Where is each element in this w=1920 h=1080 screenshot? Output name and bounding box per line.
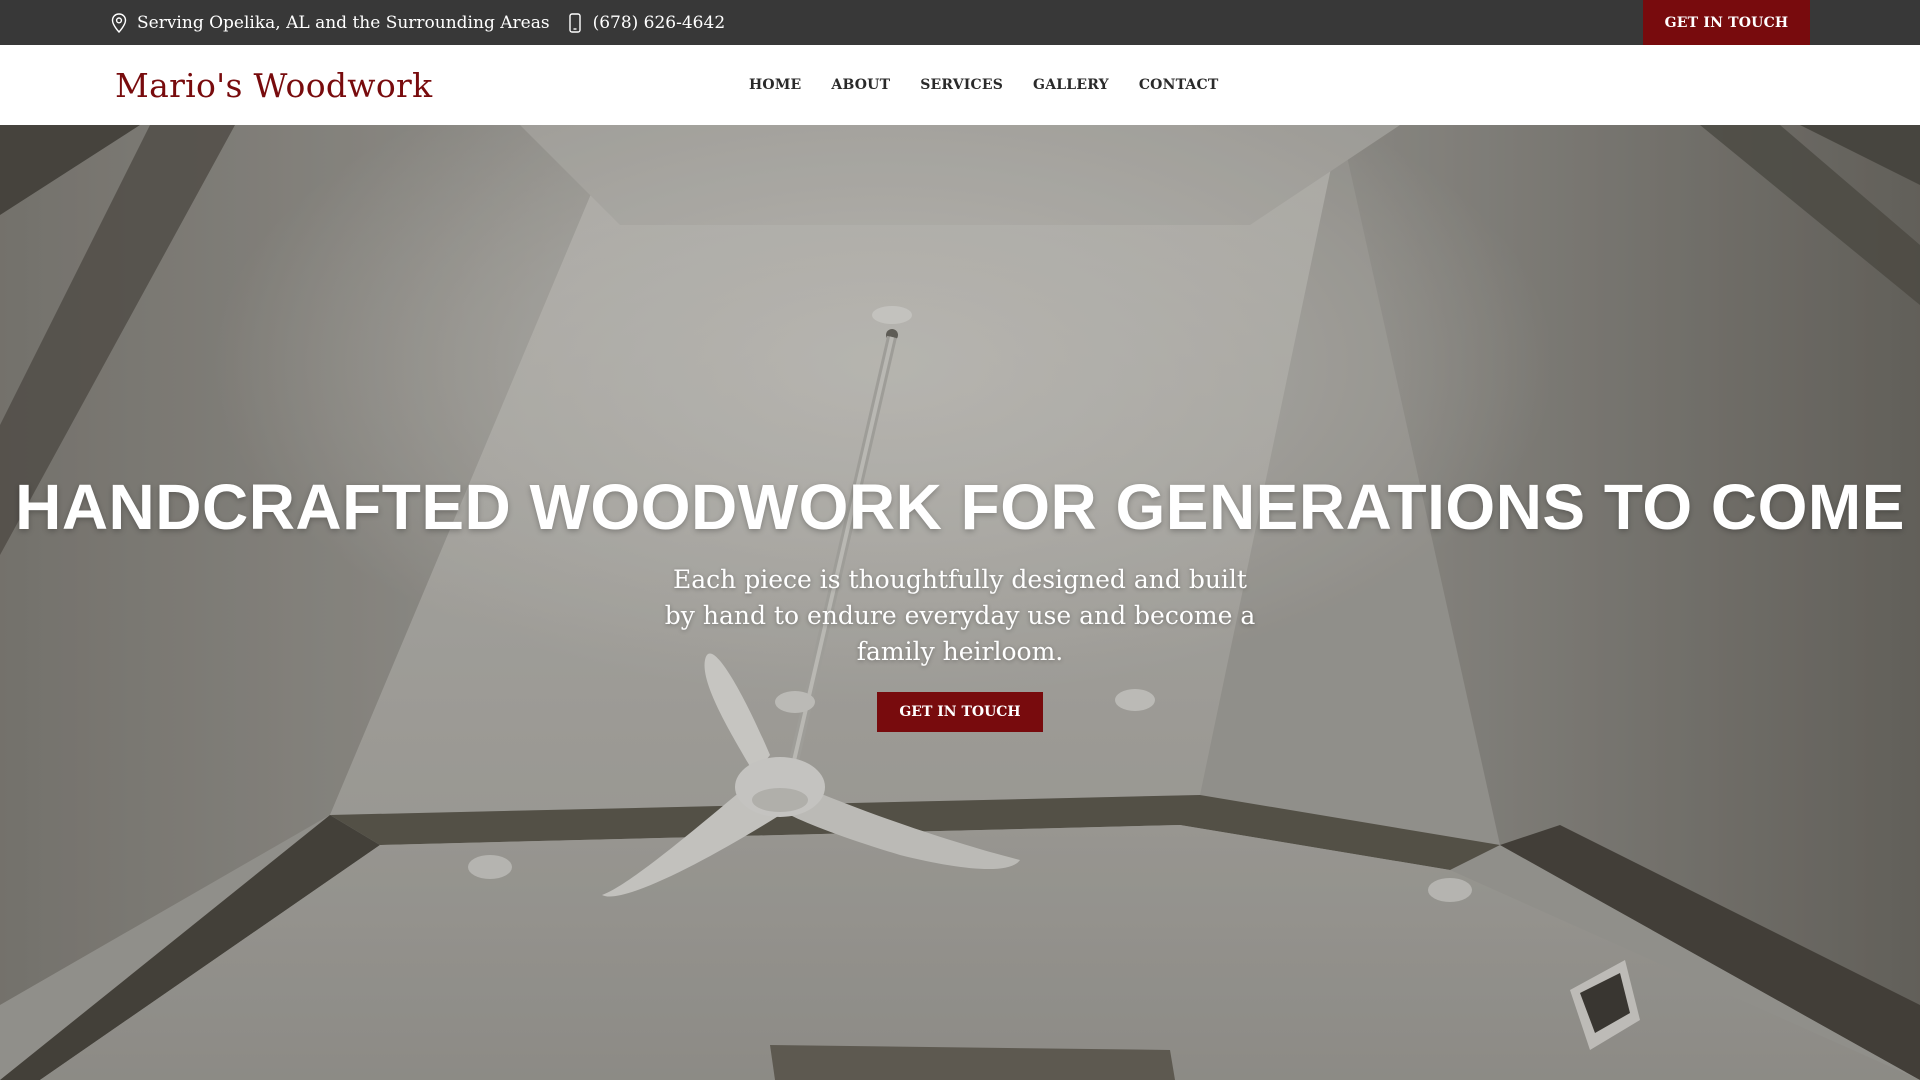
hero-title: HANDCRAFTED WOODWORK FOR GENERATIONS TO … bbox=[15, 471, 1905, 543]
main-nav: HOME ABOUT SERVICES GALLERY CONTACT bbox=[749, 45, 1218, 125]
hero-section: HANDCRAFTED WOODWORK FOR GENERATIONS TO … bbox=[0, 125, 1920, 1080]
get-in-touch-top-button[interactable]: GET IN TOUCH bbox=[1643, 0, 1810, 45]
service-area-text: Serving Opelika, AL and the Surrounding … bbox=[137, 12, 550, 33]
mobile-phone-icon bbox=[566, 12, 584, 34]
service-area: Serving Opelika, AL and the Surrounding … bbox=[110, 12, 550, 34]
contact-info: Serving Opelika, AL and the Surrounding … bbox=[110, 0, 725, 45]
phone-number[interactable]: (678) 626-4642 bbox=[566, 12, 726, 34]
nav-contact[interactable]: CONTACT bbox=[1139, 77, 1219, 93]
nav-services[interactable]: SERVICES bbox=[920, 77, 1003, 93]
phone-number-text[interactable]: (678) 626-4642 bbox=[593, 13, 726, 33]
top-info-bar: Serving Opelika, AL and the Surrounding … bbox=[0, 0, 1920, 45]
hero-subtitle: Each piece is thoughtfully designed and … bbox=[664, 565, 1256, 666]
nav-home[interactable]: HOME bbox=[749, 77, 801, 93]
site-header: Mario's Woodwork HOME ABOUT SERVICES GAL… bbox=[0, 45, 1920, 125]
get-in-touch-hero-button[interactable]: GET IN TOUCH bbox=[877, 692, 1043, 732]
map-pin-icon bbox=[110, 12, 128, 34]
nav-about[interactable]: ABOUT bbox=[831, 77, 890, 93]
site-logo[interactable]: Mario's Woodwork bbox=[115, 45, 432, 125]
nav-gallery[interactable]: GALLERY bbox=[1033, 77, 1109, 93]
